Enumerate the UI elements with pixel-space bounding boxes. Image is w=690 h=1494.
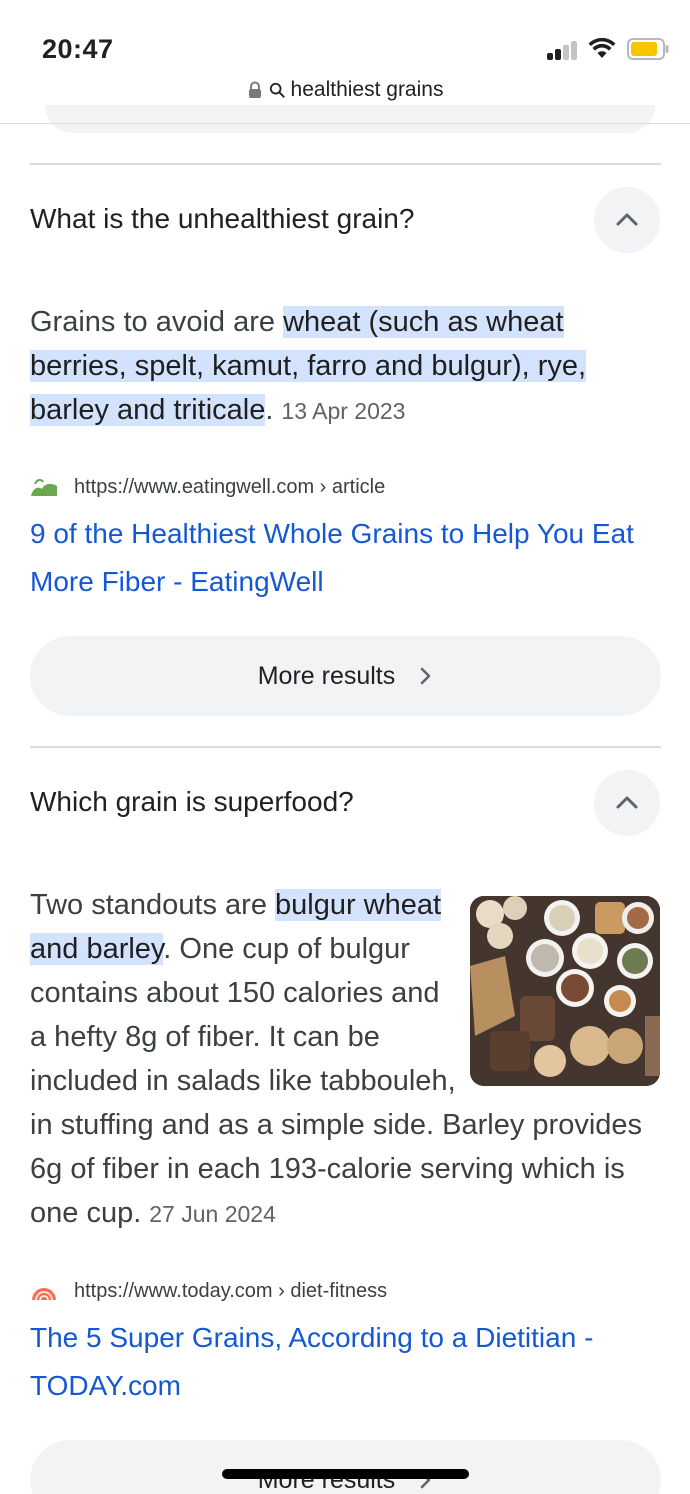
chevron-right-icon bbox=[421, 667, 431, 685]
status-bar: 20:47 bbox=[0, 0, 690, 75]
chevron-up-icon bbox=[616, 796, 638, 809]
today-favicon-icon bbox=[32, 1288, 56, 1301]
source-url: https://www.today.com › diet-fitness bbox=[74, 1279, 388, 1302]
signal-icon bbox=[547, 40, 579, 60]
source-row-2[interactable]: https://www.today.com › diet-fitness bbox=[30, 1278, 387, 1304]
more-results-button-1[interactable]: More results bbox=[30, 636, 661, 716]
header-divider bbox=[0, 123, 690, 124]
lock-icon bbox=[248, 81, 261, 98]
source-url: https://www.eatingwell.com › article bbox=[74, 475, 386, 498]
search-icon bbox=[269, 82, 285, 98]
page: 20:47 healthiest grains What is the unhe… bbox=[0, 0, 690, 1494]
more-results-button-2[interactable]: More results bbox=[30, 1440, 661, 1494]
url-query: healthiest grains bbox=[290, 78, 444, 101]
status-time: 20:47 bbox=[42, 34, 114, 64]
collapse-button-1[interactable] bbox=[594, 187, 660, 253]
answer-text: Two standouts are bbox=[30, 889, 276, 921]
answer-date: 27 Jun 2024 bbox=[149, 1201, 276, 1227]
source-row-1[interactable]: https://www.eatingwell.com › article bbox=[30, 474, 385, 500]
result-link-2[interactable]: The 5 Super Grains, According to a Dieti… bbox=[30, 1314, 650, 1410]
divider bbox=[30, 163, 661, 165]
divider bbox=[30, 746, 661, 748]
faq-answer-2: Two standouts are bulgur wheat and barle… bbox=[30, 883, 655, 1236]
chevron-up-icon bbox=[616, 213, 638, 226]
faq-answer-1: Grains to avoid are wheat (such as wheat… bbox=[30, 300, 655, 433]
eatingwell-favicon-icon bbox=[31, 478, 57, 496]
faq-question-2[interactable]: Which grain is superfood? bbox=[30, 786, 354, 818]
faq-question-1[interactable]: What is the unhealthiest grain? bbox=[30, 203, 414, 235]
more-results-label: More results bbox=[257, 661, 396, 690]
collapse-button-2[interactable] bbox=[594, 770, 660, 836]
result-link-1[interactable]: 9 of the Healthiest Whole Grains to Help… bbox=[30, 510, 650, 606]
wifi-icon bbox=[588, 37, 616, 58]
home-indicator[interactable] bbox=[222, 1469, 469, 1479]
battery-icon bbox=[627, 38, 669, 60]
answer-date: 13 Apr 2023 bbox=[281, 398, 406, 424]
answer-text-suffix: . bbox=[265, 394, 274, 426]
answer-text: Grains to avoid are bbox=[30, 306, 284, 338]
previous-more-results-button[interactable] bbox=[45, 105, 655, 133]
